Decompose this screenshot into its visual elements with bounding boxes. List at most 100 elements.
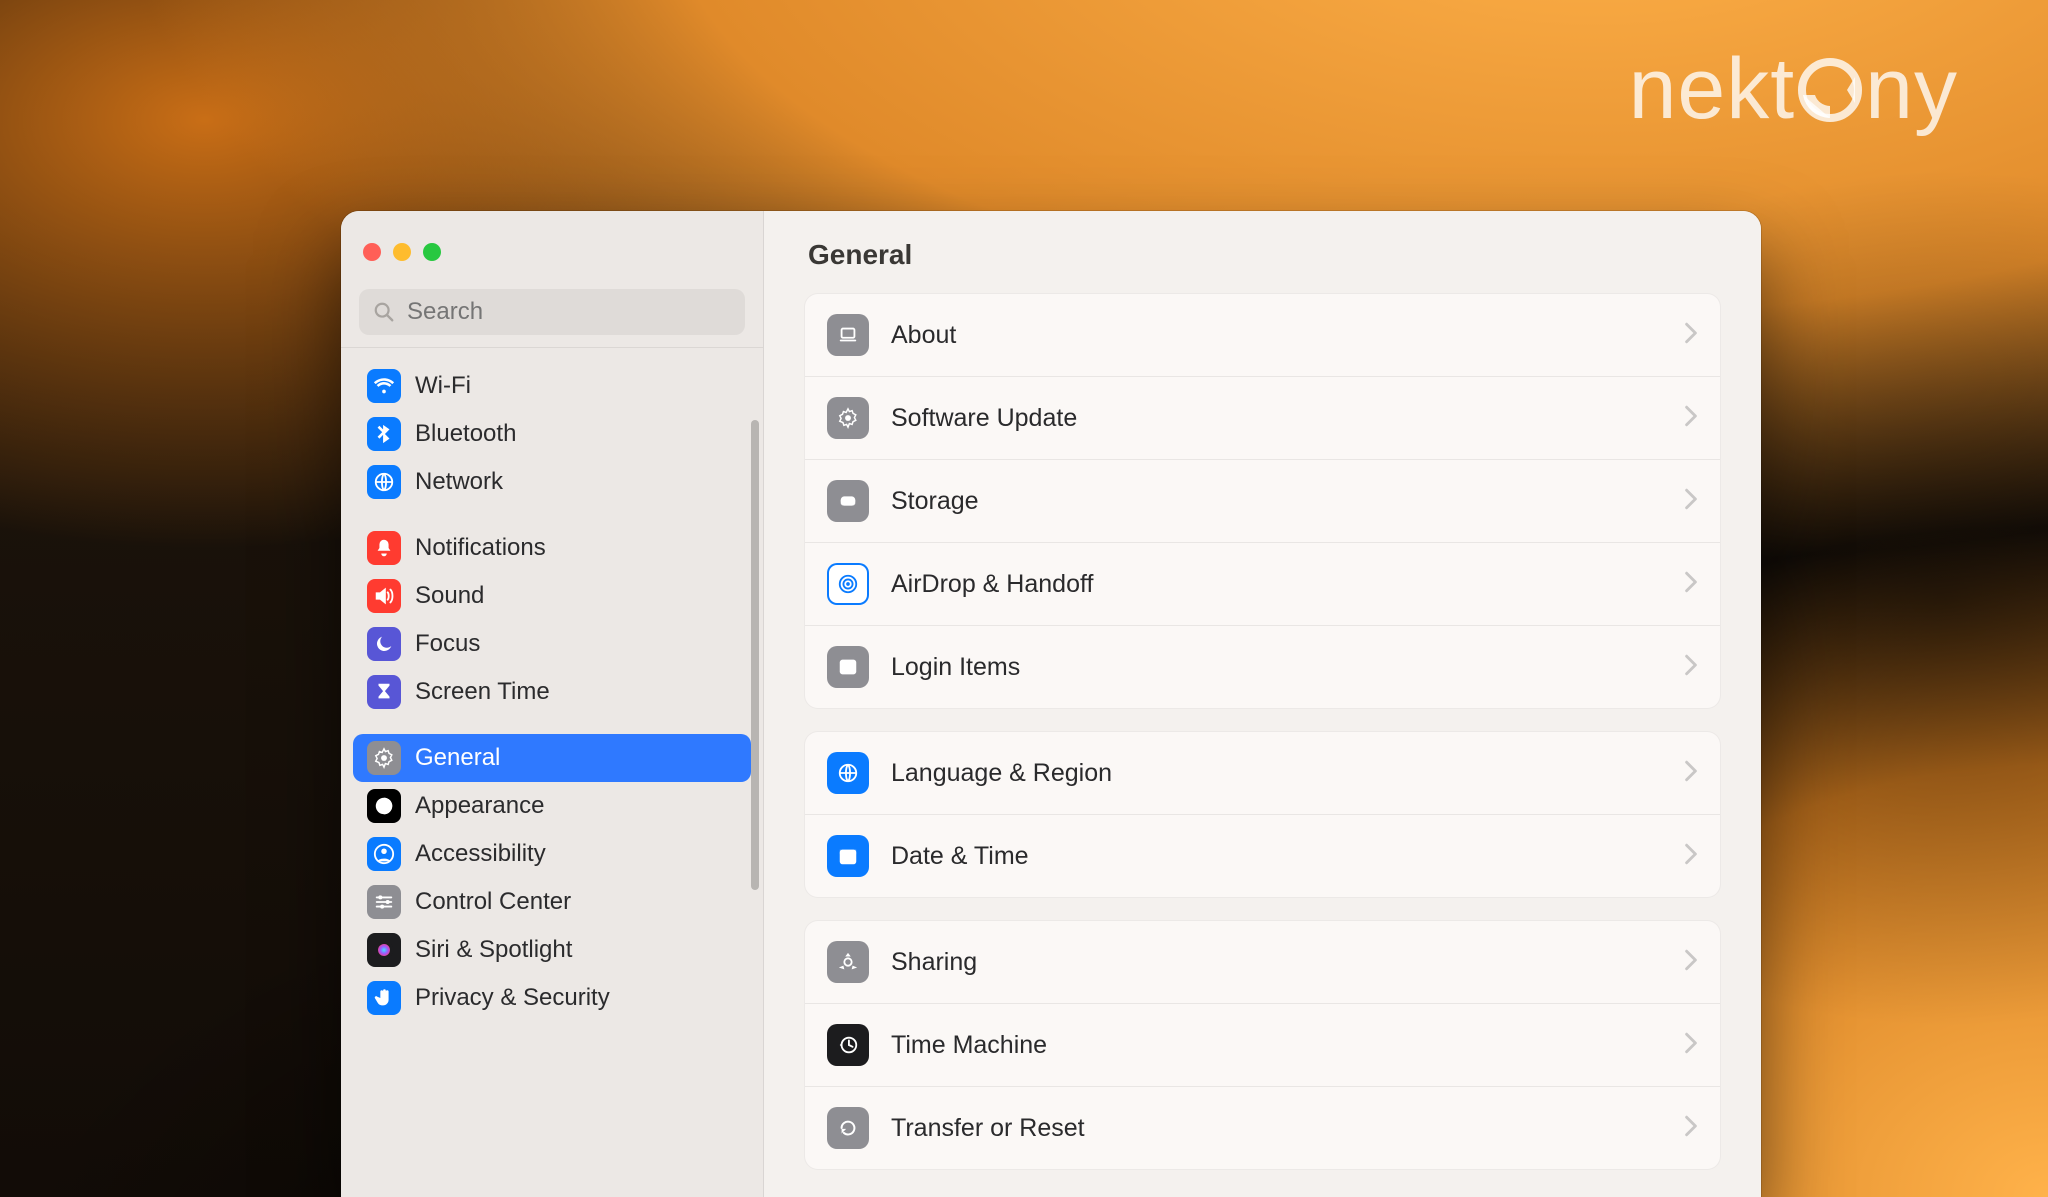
- bell-icon: [367, 531, 401, 565]
- settings-row-label: Language & Region: [891, 759, 1662, 788]
- wifi-icon: [367, 369, 401, 403]
- sidebar: Wi-Fi Bluetooth Network Notifications Sound F…: [341, 211, 764, 1197]
- disk-icon: [827, 480, 869, 522]
- airdrop-icon: [827, 563, 869, 605]
- settings-row-login[interactable]: Login Items: [805, 625, 1720, 708]
- sidebar-item-bluetooth[interactable]: Bluetooth: [353, 410, 751, 458]
- sidebar-item-label: Focus: [415, 630, 480, 658]
- settings-row-transfer[interactable]: Transfer or Reset: [805, 1086, 1720, 1169]
- search-field[interactable]: [359, 289, 745, 335]
- sliders-icon: [367, 885, 401, 919]
- settings-row-label: Storage: [891, 487, 1662, 516]
- search-container: [341, 275, 763, 347]
- globe-icon: [367, 465, 401, 499]
- person-icon: [367, 837, 401, 871]
- sidebar-item-appearance[interactable]: Appearance: [353, 782, 751, 830]
- sidebar-item-network[interactable]: Network: [353, 458, 751, 506]
- minimize-window-button[interactable]: [393, 243, 411, 261]
- chevron-right-icon: [1684, 571, 1698, 598]
- sidebar-item-label: Network: [415, 468, 503, 496]
- chevron-right-icon: [1684, 949, 1698, 976]
- sidebar-item-siri[interactable]: Siri & Spotlight: [353, 926, 751, 974]
- settings-row-label: Time Machine: [891, 1031, 1662, 1060]
- moon-icon: [367, 627, 401, 661]
- chevron-right-icon: [1684, 843, 1698, 870]
- brand-logo-mark: [1797, 57, 1863, 123]
- brand-text-prefix: nekt: [1629, 40, 1796, 139]
- brand-text-suffix: ny: [1865, 40, 1958, 139]
- globe-icon: [827, 752, 869, 794]
- sidebar-item-label: Accessibility: [415, 840, 546, 868]
- page-title: General: [804, 229, 1721, 293]
- hand-icon: [367, 981, 401, 1015]
- settings-row-airdrop[interactable]: AirDrop & Handoff: [805, 542, 1720, 625]
- settings-row-label: Login Items: [891, 653, 1662, 682]
- settings-card: Sharing Time Machine Transfer or Reset: [804, 920, 1721, 1170]
- search-icon: [373, 301, 395, 323]
- bluetooth-icon: [367, 417, 401, 451]
- sidebar-item-privacy[interactable]: Privacy & Security: [353, 974, 751, 1022]
- settings-row-label: About: [891, 321, 1662, 350]
- chevron-right-icon: [1684, 488, 1698, 515]
- window-titlebar: [341, 211, 763, 275]
- settings-row-label: Sharing: [891, 948, 1662, 977]
- list-icon: [827, 646, 869, 688]
- settings-row-label: AirDrop & Handoff: [891, 570, 1662, 599]
- sidebar-item-label: General: [415, 744, 500, 772]
- settings-row-label: Software Update: [891, 404, 1662, 433]
- sidebar-item-screentime[interactable]: Screen Time: [353, 668, 751, 716]
- settings-card: About Software Update Storage AirDrop & Han…: [804, 293, 1721, 709]
- sidebar-item-wifi[interactable]: Wi-Fi: [353, 362, 751, 410]
- settings-row-sharing[interactable]: Sharing: [805, 921, 1720, 1003]
- clockback-icon: [827, 1024, 869, 1066]
- reset-icon: [827, 1107, 869, 1149]
- calendar-icon: [827, 835, 869, 877]
- settings-row-label: Date & Time: [891, 842, 1662, 871]
- chevron-right-icon: [1684, 1115, 1698, 1142]
- speaker-icon: [367, 579, 401, 613]
- system-settings-window: Wi-Fi Bluetooth Network Notifications Sound F…: [341, 211, 1761, 1197]
- sidebar-item-accessibility[interactable]: Accessibility: [353, 830, 751, 878]
- brand-logo: nekt ny: [1629, 40, 1958, 139]
- settings-row-language[interactable]: Language & Region: [805, 732, 1720, 814]
- settings-card: Language & Region Date & Time: [804, 731, 1721, 898]
- sidebar-item-label: Bluetooth: [415, 420, 516, 448]
- sidebar-item-notifications[interactable]: Notifications: [353, 524, 751, 572]
- sidebar-item-label: Control Center: [415, 888, 571, 916]
- gear-icon: [367, 741, 401, 775]
- settings-row-swupdate[interactable]: Software Update: [805, 376, 1720, 459]
- settings-row-datetime[interactable]: Date & Time: [805, 814, 1720, 897]
- sidebar-scroll-area[interactable]: Wi-Fi Bluetooth Network Notifications Sound F…: [341, 347, 763, 1197]
- sidebar-item-sound[interactable]: Sound: [353, 572, 751, 620]
- content-pane: General About Software Update Storage AirDr…: [764, 211, 1761, 1197]
- sidebar-item-general[interactable]: General: [353, 734, 751, 782]
- laptop-icon: [827, 314, 869, 356]
- search-input[interactable]: [405, 297, 731, 327]
- settings-row-about[interactable]: About: [805, 294, 1720, 376]
- sidebar-item-label: Siri & Spotlight: [415, 936, 572, 964]
- chevron-right-icon: [1684, 1032, 1698, 1059]
- sidebar-item-label: Notifications: [415, 534, 546, 562]
- sidebar-item-label: Privacy & Security: [415, 984, 610, 1012]
- sidebar-item-focus[interactable]: Focus: [353, 620, 751, 668]
- settings-row-timemachine[interactable]: Time Machine: [805, 1003, 1720, 1086]
- settings-row-storage[interactable]: Storage: [805, 459, 1720, 542]
- chevron-right-icon: [1684, 322, 1698, 349]
- settings-row-label: Transfer or Reset: [891, 1114, 1662, 1143]
- sidebar-item-label: Sound: [415, 582, 484, 610]
- sidebar-item-label: Screen Time: [415, 678, 550, 706]
- contrast-icon: [367, 789, 401, 823]
- gear-icon: [827, 397, 869, 439]
- sidebar-item-label: Wi-Fi: [415, 372, 471, 400]
- sidebar-item-label: Appearance: [415, 792, 544, 820]
- sidebar-scrollbar[interactable]: [751, 420, 759, 890]
- sidebar-item-controlcenter[interactable]: Control Center: [353, 878, 751, 926]
- close-window-button[interactable]: [363, 243, 381, 261]
- chevron-right-icon: [1684, 654, 1698, 681]
- chevron-right-icon: [1684, 760, 1698, 787]
- zoom-window-button[interactable]: [423, 243, 441, 261]
- chevron-right-icon: [1684, 405, 1698, 432]
- sidebar-group: General Appearance Accessibility Control Ce…: [353, 734, 751, 1022]
- hourglass-icon: [367, 675, 401, 709]
- sidebar-group: Wi-Fi Bluetooth Network: [353, 362, 751, 506]
